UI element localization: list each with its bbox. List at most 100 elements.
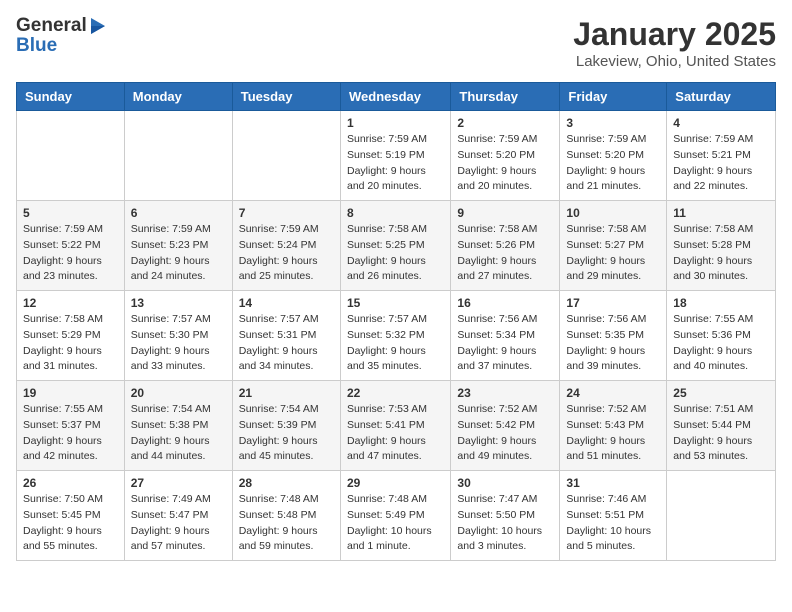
day-number: 19 <box>23 386 118 400</box>
day-info: Sunrise: 7:59 AMSunset: 5:24 PMDaylight:… <box>239 222 334 285</box>
day-number: 3 <box>566 116 660 130</box>
table-row: 21 Sunrise: 7:54 AMSunset: 5:39 PMDayligh… <box>232 381 340 471</box>
day-number: 16 <box>457 296 553 310</box>
table-row: 20 Sunrise: 7:54 AMSunset: 5:38 PMDayligh… <box>124 381 232 471</box>
day-info: Sunrise: 7:56 AMSunset: 5:34 PMDaylight:… <box>457 312 553 375</box>
day-info: Sunrise: 7:59 AMSunset: 5:19 PMDaylight:… <box>347 132 444 195</box>
day-number: 26 <box>23 476 118 490</box>
logo-blue: Blue <box>16 35 109 57</box>
day-number: 22 <box>347 386 444 400</box>
day-info: Sunrise: 7:58 AMSunset: 5:26 PMDaylight:… <box>457 222 553 285</box>
week-row-4: 26 Sunrise: 7:50 AMSunset: 5:45 PMDayligh… <box>17 471 776 561</box>
table-row: 1 Sunrise: 7:59 AMSunset: 5:19 PMDaylight… <box>340 111 450 201</box>
calendar-table: Sunday Monday Tuesday Wednesday Thursday… <box>16 82 776 561</box>
table-row: 24 Sunrise: 7:52 AMSunset: 5:43 PMDayligh… <box>560 381 667 471</box>
day-number: 20 <box>131 386 226 400</box>
day-number: 14 <box>239 296 334 310</box>
table-row: 25 Sunrise: 7:51 AMSunset: 5:44 PMDayligh… <box>667 381 776 471</box>
table-row <box>232 111 340 201</box>
table-row <box>667 471 776 561</box>
day-number: 9 <box>457 206 553 220</box>
day-info: Sunrise: 7:58 AMSunset: 5:28 PMDaylight:… <box>673 222 769 285</box>
table-row: 11Sunrise: 7:58 AMSunset: 5:28 PMDayligh… <box>667 201 776 291</box>
table-row: 19 Sunrise: 7:55 AMSunset: 5:37 PMDayligh… <box>17 381 125 471</box>
table-row: 10Sunrise: 7:58 AMSunset: 5:27 PMDayligh… <box>560 201 667 291</box>
day-number: 27 <box>131 476 226 490</box>
day-number: 6 <box>131 206 226 220</box>
day-info: Sunrise: 7:57 AMSunset: 5:32 PMDaylight:… <box>347 312 444 375</box>
table-row: 28Sunrise: 7:48 AMSunset: 5:48 PMDayligh… <box>232 471 340 561</box>
table-row: 5 Sunrise: 7:59 AMSunset: 5:22 PMDaylight… <box>17 201 125 291</box>
header-thursday: Thursday <box>451 83 560 111</box>
day-info: Sunrise: 7:53 AMSunset: 5:41 PMDaylight:… <box>347 402 444 465</box>
day-info: Sunrise: 7:58 AMSunset: 5:27 PMDaylight:… <box>566 222 660 285</box>
logo: General Blue <box>16 16 109 57</box>
table-row: 16 Sunrise: 7:56 AMSunset: 5:34 PMDayligh… <box>451 291 560 381</box>
logo-general: General <box>16 16 87 37</box>
day-number: 21 <box>239 386 334 400</box>
week-row-1: 5 Sunrise: 7:59 AMSunset: 5:22 PMDaylight… <box>17 201 776 291</box>
day-info: Sunrise: 7:48 AMSunset: 5:49 PMDaylight:… <box>347 492 444 555</box>
day-info: Sunrise: 7:54 AMSunset: 5:39 PMDaylight:… <box>239 402 334 465</box>
week-row-2: 12 Sunrise: 7:58 AMSunset: 5:29 PMDayligh… <box>17 291 776 381</box>
day-number: 25 <box>673 386 769 400</box>
day-number: 15 <box>347 296 444 310</box>
day-info: Sunrise: 7:58 AMSunset: 5:25 PMDaylight:… <box>347 222 444 285</box>
day-info: Sunrise: 7:56 AMSunset: 5:35 PMDaylight:… <box>566 312 660 375</box>
day-number: 30 <box>457 476 553 490</box>
location-title: Lakeview, Ohio, United States <box>573 53 776 70</box>
week-row-3: 19 Sunrise: 7:55 AMSunset: 5:37 PMDayligh… <box>17 381 776 471</box>
day-number: 7 <box>239 206 334 220</box>
day-number: 17 <box>566 296 660 310</box>
day-number: 18 <box>673 296 769 310</box>
day-info: Sunrise: 7:59 AMSunset: 5:20 PMDaylight:… <box>566 132 660 195</box>
table-row: 8Sunrise: 7:58 AMSunset: 5:25 PMDaylight… <box>340 201 450 291</box>
logo-chevron-icon <box>89 16 109 36</box>
week-row-0: 1 Sunrise: 7:59 AMSunset: 5:19 PMDaylight… <box>17 111 776 201</box>
weekday-header-row: Sunday Monday Tuesday Wednesday Thursday… <box>17 83 776 111</box>
day-number: 12 <box>23 296 118 310</box>
day-info: Sunrise: 7:55 AMSunset: 5:37 PMDaylight:… <box>23 402 118 465</box>
day-number: 13 <box>131 296 226 310</box>
table-row: 6 Sunrise: 7:59 AMSunset: 5:23 PMDaylight… <box>124 201 232 291</box>
day-info: Sunrise: 7:54 AMSunset: 5:38 PMDaylight:… <box>131 402 226 465</box>
table-row: 29 Sunrise: 7:48 AMSunset: 5:49 PMDayligh… <box>340 471 450 561</box>
day-info: Sunrise: 7:52 AMSunset: 5:42 PMDaylight:… <box>457 402 553 465</box>
day-number: 29 <box>347 476 444 490</box>
day-number: 31 <box>566 476 660 490</box>
table-row: 12 Sunrise: 7:58 AMSunset: 5:29 PMDayligh… <box>17 291 125 381</box>
day-info: Sunrise: 7:55 AMSunset: 5:36 PMDaylight:… <box>673 312 769 375</box>
table-row: 9 Sunrise: 7:58 AMSunset: 5:26 PMDaylight… <box>451 201 560 291</box>
header-wednesday: Wednesday <box>340 83 450 111</box>
day-info: Sunrise: 7:59 AMSunset: 5:23 PMDaylight:… <box>131 222 226 285</box>
table-row: 18 Sunrise: 7:55 AMSunset: 5:36 PMDayligh… <box>667 291 776 381</box>
table-row <box>17 111 125 201</box>
table-row: 26 Sunrise: 7:50 AMSunset: 5:45 PMDayligh… <box>17 471 125 561</box>
day-info: Sunrise: 7:47 AMSunset: 5:50 PMDaylight:… <box>457 492 553 555</box>
header-sunday: Sunday <box>17 83 125 111</box>
day-number: 1 <box>347 116 444 130</box>
logo-container: General Blue <box>16 16 109 57</box>
page-header: General Blue January 2025 Lakeview, Ohio… <box>16 16 776 70</box>
day-info: Sunrise: 7:50 AMSunset: 5:45 PMDaylight:… <box>23 492 118 555</box>
day-info: Sunrise: 7:52 AMSunset: 5:43 PMDaylight:… <box>566 402 660 465</box>
table-row: 2Sunrise: 7:59 AMSunset: 5:20 PMDaylight… <box>451 111 560 201</box>
table-row: 15 Sunrise: 7:57 AMSunset: 5:32 PMDayligh… <box>340 291 450 381</box>
day-number: 24 <box>566 386 660 400</box>
table-row: 31 Sunrise: 7:46 AMSunset: 5:51 PMDayligh… <box>560 471 667 561</box>
day-info: Sunrise: 7:46 AMSunset: 5:51 PMDaylight:… <box>566 492 660 555</box>
month-title: January 2025 <box>573 16 776 53</box>
table-row: 3 Sunrise: 7:59 AMSunset: 5:20 PMDaylight… <box>560 111 667 201</box>
title-block: January 2025 Lakeview, Ohio, United Stat… <box>573 16 776 70</box>
day-info: Sunrise: 7:58 AMSunset: 5:29 PMDaylight:… <box>23 312 118 375</box>
day-info: Sunrise: 7:57 AMSunset: 5:31 PMDaylight:… <box>239 312 334 375</box>
table-row: 13 Sunrise: 7:57 AMSunset: 5:30 PMDayligh… <box>124 291 232 381</box>
day-number: 5 <box>23 206 118 220</box>
table-row: 17 Sunrise: 7:56 AMSunset: 5:35 PMDayligh… <box>560 291 667 381</box>
day-info: Sunrise: 7:59 AMSunset: 5:22 PMDaylight:… <box>23 222 118 285</box>
day-info: Sunrise: 7:51 AMSunset: 5:44 PMDaylight:… <box>673 402 769 465</box>
day-info: Sunrise: 7:57 AMSunset: 5:30 PMDaylight:… <box>131 312 226 375</box>
header-tuesday: Tuesday <box>232 83 340 111</box>
day-number: 23 <box>457 386 553 400</box>
day-number: 4 <box>673 116 769 130</box>
